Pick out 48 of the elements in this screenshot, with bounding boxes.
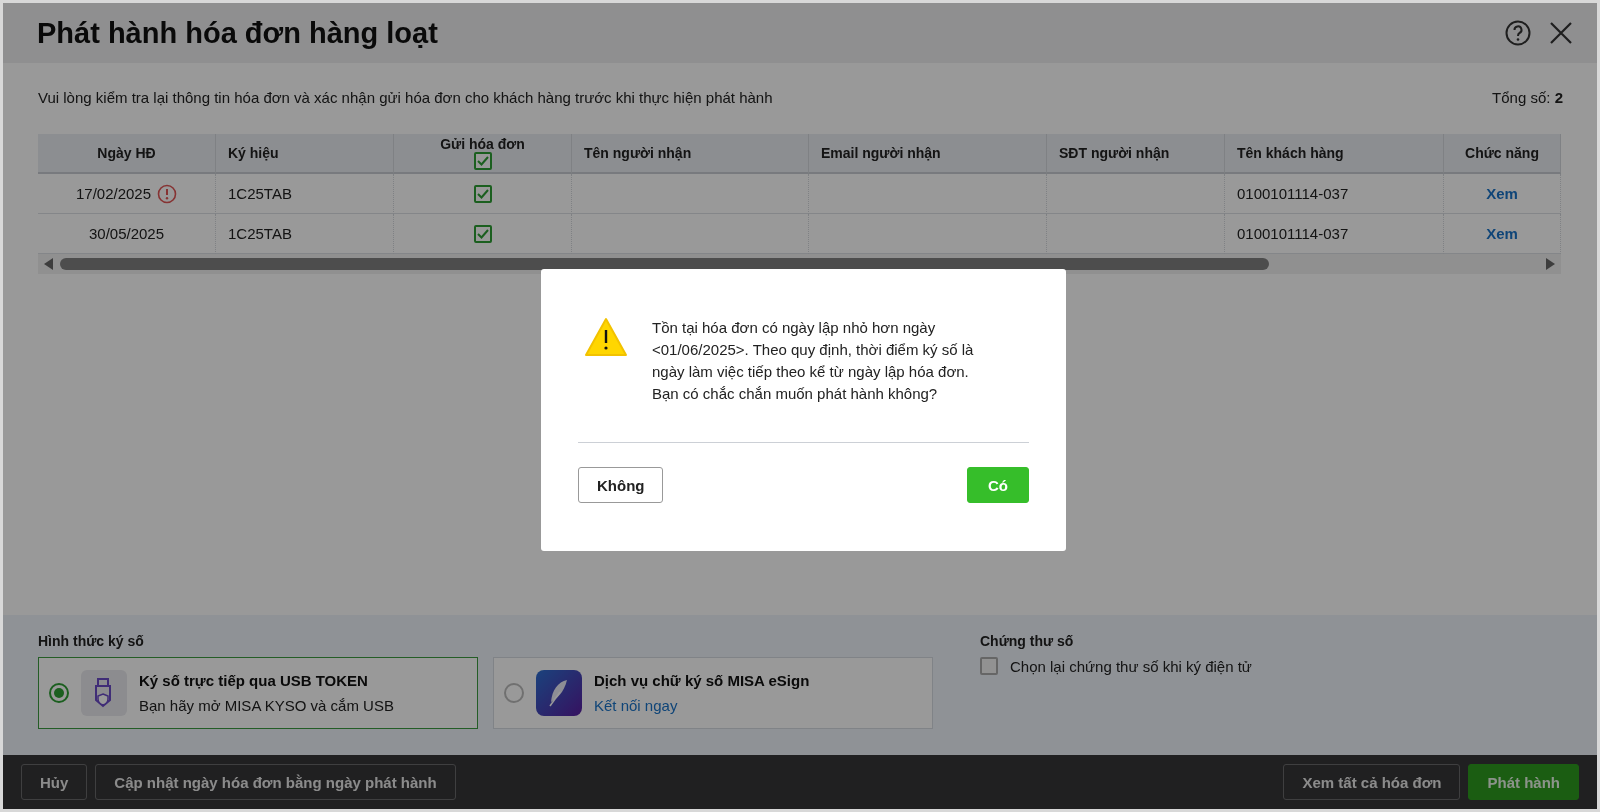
total-count: Tổng số: 2	[1492, 89, 1563, 106]
feather-app-icon	[536, 670, 582, 716]
option-subtitle: Bạn hãy mở MISA KYSO và cắm USB	[139, 697, 394, 714]
table-cell: 0100101114-037	[1225, 174, 1444, 214]
section-label: Chứng thư số	[980, 633, 1075, 649]
radio-button[interactable]	[49, 683, 69, 703]
send-checkbox[interactable]	[473, 184, 492, 203]
confirm-button[interactable]: Có	[967, 467, 1029, 503]
column-label: Chức năng	[1465, 145, 1539, 161]
dialog-message: Tồn tại hóa đơn có ngày lập nhỏ hơn ngày <01/06/2025>. Theo quy định, thời điểm ký số là ngày làm việc tiếp theo kể từ ngày lập hóa đơn. Bạn có chắc chắn muốn phát hành không?	[652, 318, 975, 404]
column-label: Email người nhận	[821, 145, 941, 161]
option-title: Ký số trực tiếp qua USB TOKEN	[139, 672, 369, 689]
column-label: Ngày HĐ	[97, 145, 156, 161]
window-title: Phát hành hóa đơn hàng loạt	[37, 16, 439, 50]
table-cell: 1C25TAB	[216, 174, 394, 214]
column-label: Gửi hóa đơn	[440, 136, 525, 152]
view-link[interactable]: Xem	[1486, 185, 1518, 202]
view-link[interactable]: Xem	[1486, 225, 1518, 242]
signing-option[interactable]: Ký số trực tiếp qua USB TOKEN Bạn hãy mở MISA KYSO và cắm USB	[38, 657, 478, 729]
column-label: Tên khách hàng	[1237, 145, 1344, 161]
radio-button[interactable]	[504, 683, 524, 703]
horizontal-scrollbar[interactable]	[38, 254, 1561, 274]
instruction-text: Vui lòng kiểm tra lại thông tin hóa đơn và xác nhận gửi hóa đơn cho khách hàng trước khi thực hiện phát hành	[38, 89, 773, 106]
warning-icon	[584, 317, 628, 357]
connect-link[interactable]: Kết nối ngay	[594, 697, 810, 714]
signing-option[interactable]: Dịch vụ chữ ký số MISA eSign Kết nối ngay	[493, 657, 933, 729]
footer-button[interactable]: Cập nhật ngày hóa đơn bằng ngày phát hành	[95, 764, 456, 800]
select-all-checkbox[interactable]	[473, 152, 492, 170]
publish-button[interactable]: Phát hành	[1468, 764, 1579, 800]
usb-shield-icon	[81, 670, 127, 716]
cancel-button[interactable]: Không	[578, 467, 664, 503]
scroll-left-icon[interactable]	[44, 258, 54, 270]
column-label: SĐT người nhận	[1059, 145, 1170, 161]
option-title: Dịch vụ chữ ký số MISA eSign	[594, 672, 810, 689]
column-label: Ký hiệu	[228, 145, 279, 161]
checkbox-label: Chọn lại chứng thư số khi ký điện tử	[1010, 657, 1252, 675]
section-label: Hình thức ký số	[38, 633, 145, 649]
warning-icon	[157, 183, 178, 204]
checkbox[interactable]	[980, 657, 998, 675]
close-icon[interactable]	[1549, 21, 1573, 45]
footer-button[interactable]: Xem tất cả hóa đơn	[1283, 764, 1461, 800]
help-icon[interactable]	[1505, 20, 1531, 46]
send-checkbox[interactable]	[473, 224, 492, 243]
date-text: 30/05/2025	[88, 225, 165, 242]
date-text: 17/02/2025	[75, 185, 152, 202]
column-label: Tên người nhận	[584, 145, 692, 161]
footer-button[interactable]: Hủy	[21, 764, 88, 800]
scroll-right-icon[interactable]	[1545, 258, 1555, 270]
